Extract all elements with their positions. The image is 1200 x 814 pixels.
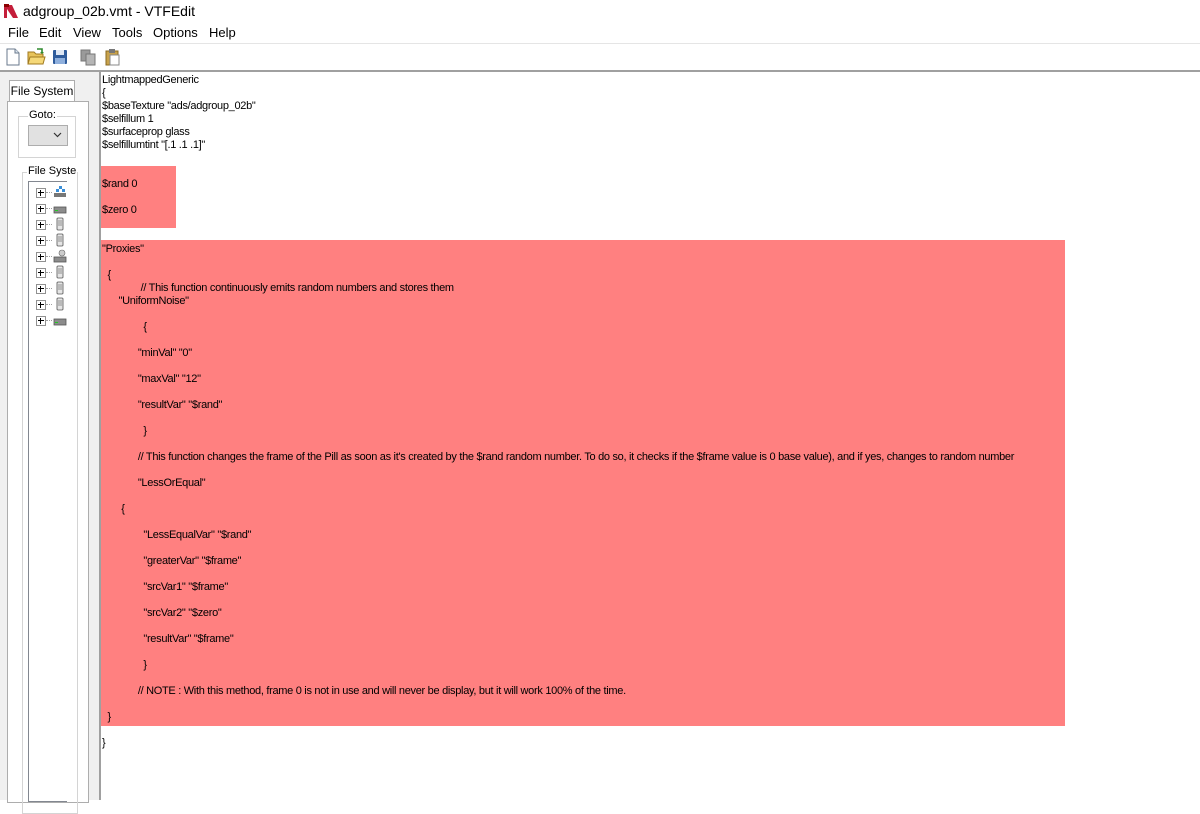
code-line: // This function changes the frame of th… [102, 451, 1015, 463]
new-file-icon[interactable] [3, 47, 23, 67]
tree-item[interactable] [29, 184, 67, 200]
expand-plus-icon[interactable] [36, 268, 46, 278]
code-line: } [102, 737, 106, 749]
tree-connector [46, 320, 52, 321]
removable-drive-icon [56, 233, 64, 247]
code-line: } [102, 425, 147, 437]
removable-drive-icon [56, 217, 64, 231]
expand-plus-icon[interactable] [36, 204, 46, 214]
tree-connector [46, 288, 52, 289]
code-line: LightmappedGeneric [102, 74, 199, 86]
expand-plus-icon[interactable] [36, 300, 46, 310]
drive-icon [53, 318, 67, 326]
tree-connector [46, 192, 52, 193]
expand-plus-icon[interactable] [36, 220, 46, 230]
toolbar [0, 44, 1200, 70]
removable-drive-icon [56, 265, 64, 279]
code-line: // NOTE : With this method, frame 0 is n… [102, 685, 626, 697]
code-line: } [102, 711, 112, 723]
vmt-text-editor[interactable]: LightmappedGeneric { $baseTexture "ads/a… [101, 72, 1200, 800]
code-line: "LessEqualVar" "$rand" [102, 529, 252, 541]
menu-file[interactable]: File [7, 25, 30, 41]
tree-item[interactable] [29, 248, 67, 264]
code-line: $selfillum 1 [102, 113, 154, 125]
code-line: "srcVar2" "$zero" [102, 607, 222, 619]
code-line: // This function continuously emits rand… [102, 282, 455, 294]
file-system-label: File System [27, 165, 77, 177]
code-line: { [102, 269, 112, 281]
tree-connector [46, 224, 52, 225]
tree-item[interactable] [29, 312, 67, 328]
expand-plus-icon[interactable] [36, 252, 46, 262]
code-line: } [102, 659, 147, 671]
code-line: "resultVar" "$rand" [102, 399, 223, 411]
copy-icon[interactable] [78, 47, 98, 67]
removable-drive-icon [56, 281, 64, 295]
goto-dropdown[interactable] [28, 125, 68, 146]
tree-connector [46, 240, 52, 241]
menu-help[interactable]: Help [208, 25, 237, 41]
menu-edit[interactable]: Edit [38, 25, 62, 41]
code-line: "Proxies" [102, 243, 144, 255]
tree-item[interactable] [29, 264, 67, 280]
tree-connector [46, 256, 52, 257]
code-line: $surfaceprop glass [102, 126, 190, 138]
code-line: $zero 0 [102, 204, 137, 216]
paste-icon[interactable] [102, 47, 122, 67]
tree-item[interactable] [29, 216, 67, 232]
expand-plus-icon[interactable] [36, 188, 46, 198]
code-line: "srcVar1" "$frame" [102, 581, 228, 593]
code-line: $baseTexture "ads/adgroup_02b" [102, 100, 256, 112]
tree-connector [46, 304, 52, 305]
code-line: { [102, 321, 147, 333]
code-line: $selfillumtint "[.1 .1 .1]" [102, 139, 206, 151]
chevron-down-icon [53, 132, 62, 138]
save-icon[interactable] [50, 47, 70, 67]
highlight-proxies [101, 240, 1065, 726]
title-bar: adgroup_02b.vmt - VTFEdit [0, 0, 1200, 23]
code-line: { [102, 87, 106, 99]
cd-drive-icon [53, 249, 67, 263]
expand-plus-icon[interactable] [36, 316, 46, 326]
vtfedit-app-icon[interactable] [3, 3, 19, 19]
tab-file-system[interactable]: File System [9, 80, 75, 102]
expand-plus-icon[interactable] [36, 284, 46, 294]
tree-item[interactable] [29, 200, 67, 216]
network-drive-icon [54, 186, 66, 197]
code-line: "UniformNoise" [102, 295, 190, 307]
removable-drive-icon [56, 297, 64, 311]
menu-options[interactable]: Options [152, 25, 199, 41]
menu-tools[interactable]: Tools [111, 25, 143, 41]
menu-view[interactable]: View [72, 25, 102, 41]
expand-plus-icon[interactable] [36, 236, 46, 246]
tree-item[interactable] [29, 296, 67, 312]
code-line: "LessOrEqual" [102, 477, 206, 489]
code-line: "greaterVar" "$frame" [102, 555, 242, 567]
open-folder-icon[interactable] [26, 47, 46, 67]
highlight-variables [101, 166, 176, 228]
drive-icon [53, 206, 67, 214]
code-line: "maxVal" "12" [102, 373, 201, 385]
goto-label: Goto: [28, 109, 57, 121]
tree-item[interactable] [29, 280, 67, 296]
menu-bar: File Edit View Tools Options Help [0, 23, 1200, 43]
tree-connector [46, 272, 52, 273]
code-line: "resultVar" "$frame" [102, 633, 234, 645]
tree-item[interactable] [29, 232, 67, 248]
file-system-tree[interactable] [28, 181, 67, 802]
code-line: "minVal" "0" [102, 347, 192, 359]
code-line: { [102, 503, 125, 515]
tree-connector [46, 208, 52, 209]
code-line: $rand 0 [102, 178, 138, 190]
window-title: adgroup_02b.vmt - VTFEdit [23, 3, 195, 19]
